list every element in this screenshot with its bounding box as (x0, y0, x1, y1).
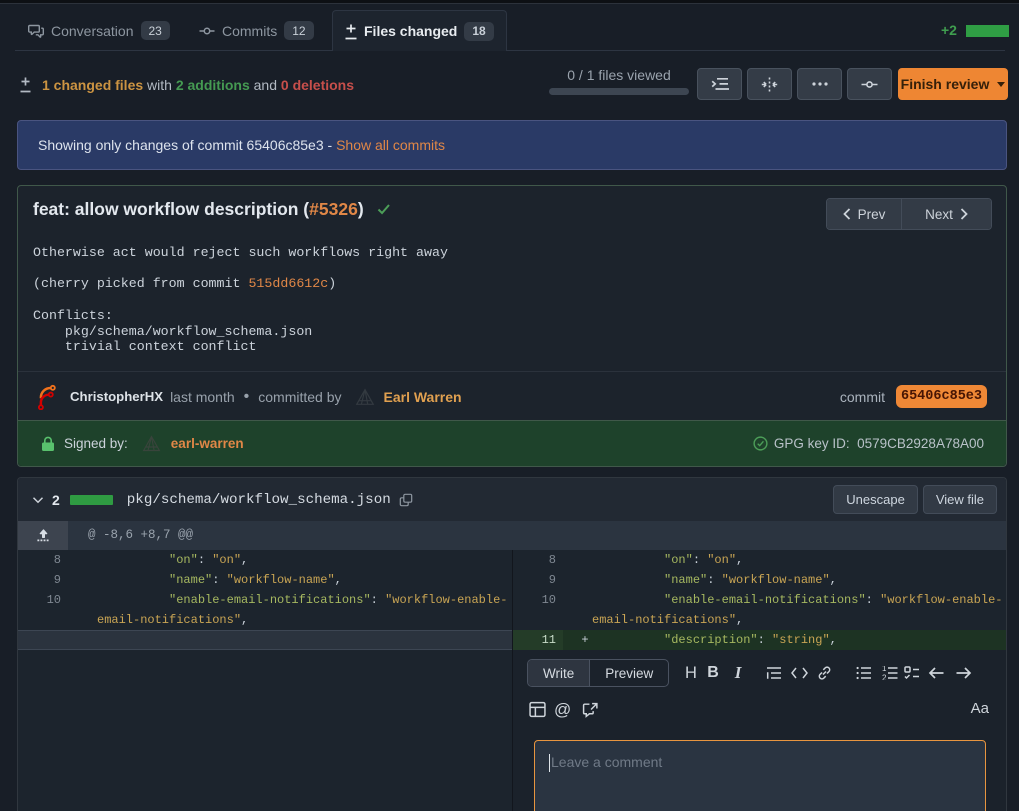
svg-text:2: 2 (882, 674, 887, 681)
svg-text:1: 1 (882, 666, 887, 673)
